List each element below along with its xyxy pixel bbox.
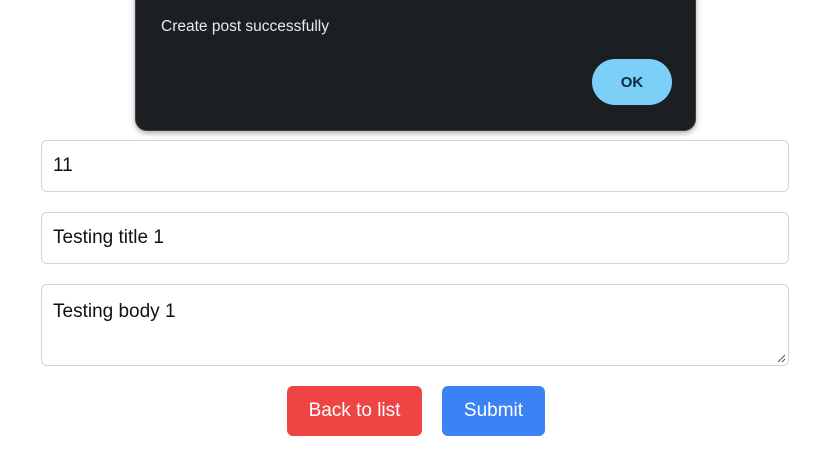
- ok-button[interactable]: OK: [592, 59, 672, 105]
- post-title-value: Testing title 1: [53, 227, 164, 248]
- resize-handle-icon[interactable]: [776, 353, 786, 363]
- post-id-input[interactable]: 11: [41, 140, 789, 192]
- post-body-value: Testing body 1: [53, 301, 176, 322]
- post-body-textarea[interactable]: Testing body 1: [41, 284, 789, 366]
- post-form-page: 11 Testing title 1 Testing body 1 Back t…: [0, 0, 827, 470]
- submit-button[interactable]: Submit: [442, 386, 545, 436]
- post-title-input[interactable]: Testing title 1: [41, 212, 789, 264]
- post-id-value: 11: [53, 155, 73, 176]
- ok-label: OK: [620, 73, 644, 91]
- back-to-list-label: Back to list: [308, 400, 401, 421]
- dialog-message: Create post successfully: [161, 18, 329, 35]
- alert-dialog: Create post successfully OK: [135, 0, 696, 131]
- submit-label: Submit: [463, 400, 524, 421]
- back-to-list-button[interactable]: Back to list: [287, 386, 422, 436]
